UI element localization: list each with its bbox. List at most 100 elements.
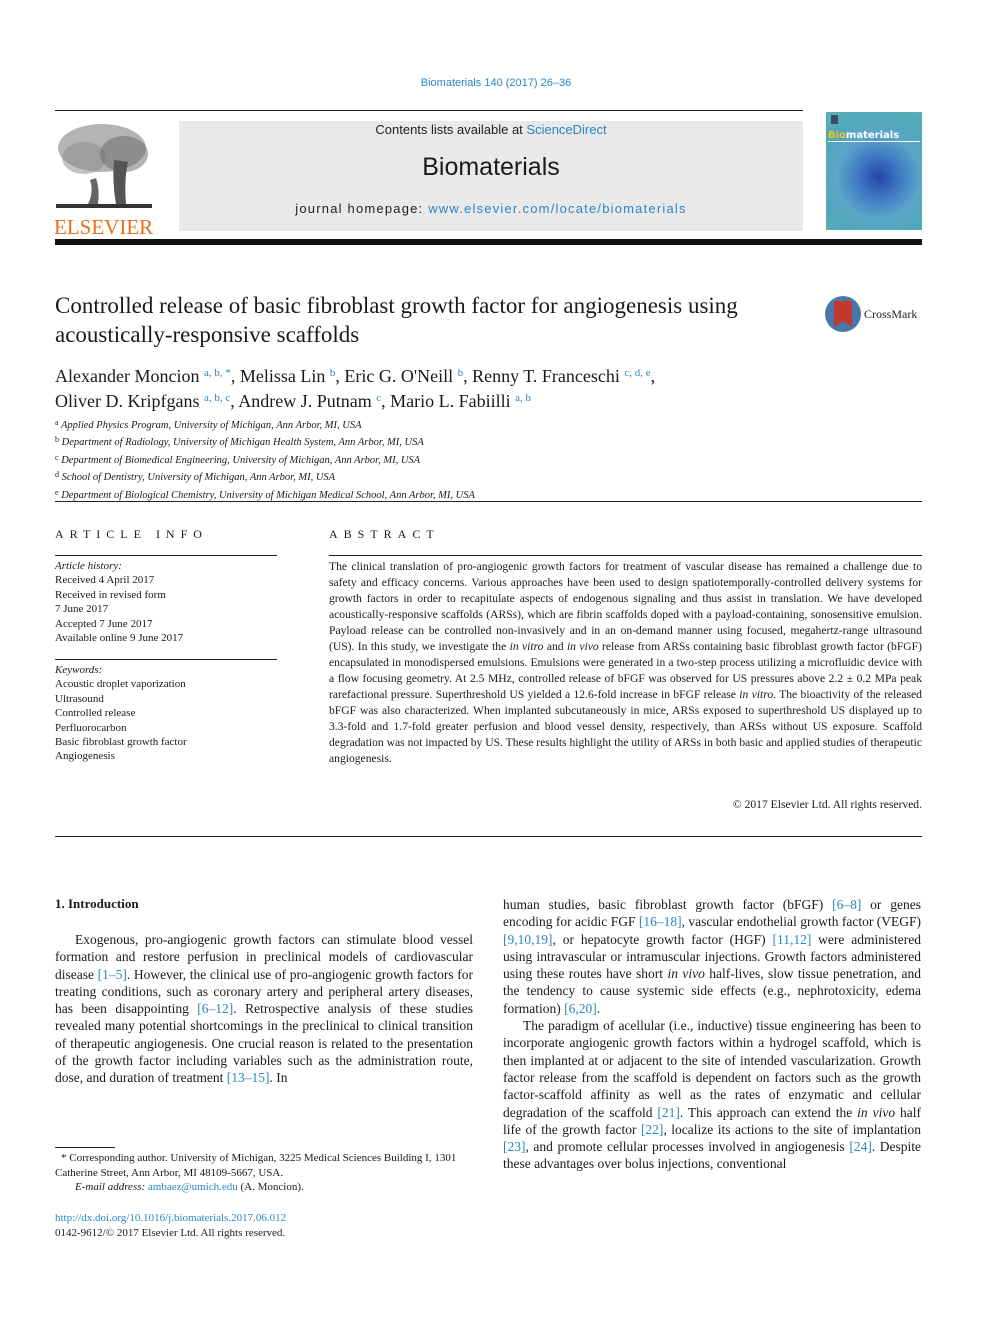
citation-link[interactable]: [21] <box>657 1105 680 1120</box>
affiliation-list: a Applied Physics Program, University of… <box>55 416 655 503</box>
body-column-left: Exogenous, pro-angiogenic growth factors… <box>55 931 473 1087</box>
author-affiliation-link[interactable]: b <box>458 367 464 379</box>
history-item: Available online 9 June 2017 <box>55 632 184 645</box>
citation-link[interactable]: [6–8] <box>832 897 861 912</box>
elsevier-tree-icon <box>54 120 154 212</box>
email-line: E-mail address: ambaez@umich.edu (A. Mon… <box>75 1181 304 1194</box>
citation-link[interactable]: [23] <box>503 1139 526 1154</box>
italic-term: in vivo <box>667 966 705 982</box>
crossmark-button[interactable]: CrossMark <box>825 296 917 332</box>
crossmark-label: CrossMark <box>864 306 918 321</box>
section-heading-introduction: 1. Introduction <box>55 896 139 911</box>
keyword: Angiogenesis <box>55 750 115 763</box>
cover-title: Biomaterials <box>828 130 920 142</box>
contents-prefix: Contents lists available at <box>375 122 527 137</box>
crossmark-icon <box>825 296 861 332</box>
text-run: , or hepatocyte growth factor (HGF) <box>552 931 773 947</box>
paragraph: The paradigm of acellular (i.e., inducti… <box>503 1017 921 1173</box>
copyright-notice: © 2017 Elsevier Ltd. All rights reserved… <box>732 798 922 811</box>
abstract-text: The clinical translation of pro-angiogen… <box>329 560 922 765</box>
author-affiliation-link[interactable]: a, b, c <box>204 392 230 404</box>
history-item: 7 June 2017 <box>55 603 109 616</box>
citation-link[interactable]: [24] <box>849 1139 872 1154</box>
elsevier-wordmark: ELSEVIER <box>54 215 154 239</box>
sciencedirect-link[interactable]: ScienceDirect <box>526 122 606 137</box>
doi-link[interactable]: http://dx.doi.org/10.1016/j.biomaterials… <box>55 1212 286 1224</box>
cover-publisher-icon <box>831 115 838 124</box>
author: Mario L. Fabiilli <box>390 391 511 411</box>
author: Eric G. O'Neill <box>344 366 454 386</box>
author: Renny T. Franceschi <box>472 366 620 386</box>
affiliation: d School of Dentistry, University of Mic… <box>55 470 336 484</box>
footnote: * Corresponding author. University of Mi… <box>55 1151 475 1195</box>
author: Melissa Lin <box>239 366 326 386</box>
issn-line: 0142-9612/© 2017 Elsevier Ltd. All right… <box>55 1226 286 1239</box>
author-affiliation-link[interactable]: b <box>330 367 336 379</box>
article-history: Article history: Received 4 April 2017 R… <box>55 559 277 645</box>
keyword: Ultrasound <box>55 692 104 705</box>
citation-link[interactable]: [22] <box>641 1122 664 1137</box>
paragraph: human studies, basic fibroblast growth f… <box>503 896 921 1017</box>
citation-link[interactable]: [11,12] <box>772 932 811 947</box>
author-affiliation-link[interactable]: c, d, e <box>624 367 650 379</box>
journal-cover-image: Biomaterials <box>826 112 922 230</box>
article-title: Controlled release of basic fibroblast g… <box>55 293 738 347</box>
author-affiliation-link[interactable]: a, b <box>515 392 531 404</box>
author: Oliver D. Kripfgans <box>55 391 200 411</box>
citation-link[interactable]: [1–5] <box>98 967 127 982</box>
divider <box>55 659 277 660</box>
author-list: Alexander Moncion a, b, *, Melissa Lin b… <box>55 366 656 411</box>
author: Andrew J. Putnam <box>238 391 372 411</box>
journal-title: Biomaterials <box>422 153 560 181</box>
text-run: . This approach can extend the <box>679 1104 858 1120</box>
citation-link[interactable]: [6,20] <box>564 1001 597 1016</box>
keyword: Controlled release <box>55 707 136 720</box>
contents-line: Contents lists available at ScienceDirec… <box>179 122 803 137</box>
citation-link[interactable]: [16–18] <box>639 914 682 929</box>
abstract-heading: ABSTRACT <box>329 527 440 541</box>
divider <box>55 555 277 556</box>
email-link[interactable]: ambaez@umich.edu <box>148 1181 238 1193</box>
text-run: , vascular endothelial growth factor (VE… <box>681 914 922 930</box>
text-run: , localize its actions to the site of im… <box>663 1121 921 1137</box>
keywords-label: Keywords: <box>55 664 103 676</box>
keyword: Acoustic droplet vaporization <box>55 678 186 691</box>
corresponding-author-note: * Corresponding author. University of Mi… <box>55 1152 457 1179</box>
text-run: , and promote cellular processes involve… <box>525 1139 850 1155</box>
journal-homepage-link[interactable]: www.elsevier.com/locate/biomaterials <box>428 201 687 216</box>
divider <box>55 836 922 837</box>
body-column-right: human studies, basic fibroblast growth f… <box>503 896 921 1173</box>
footnote-divider <box>55 1147 115 1148</box>
affiliation: a Applied Physics Program, University of… <box>55 418 362 431</box>
keyword: Basic fibroblast growth factor <box>55 736 187 749</box>
homepage-prefix: journal homepage: <box>295 201 429 216</box>
article-info-heading: ARTICLE INFO <box>55 527 208 541</box>
divider <box>55 110 803 111</box>
affiliation: c Department of Biomedical Engineering, … <box>55 452 421 466</box>
history-label: Article history: <box>55 560 122 572</box>
affiliation: b Department of Radiology, University of… <box>55 435 424 449</box>
text-run: human studies, basic fibroblast growth f… <box>503 897 833 912</box>
author: Alexander Moncion <box>55 366 200 386</box>
journal-masthead: Contents lists available at ScienceDirec… <box>179 121 803 231</box>
history-item: Received 4 April 2017 <box>55 574 155 587</box>
author-affiliation-link[interactable]: a, b, * <box>204 367 231 379</box>
journal-reference-link[interactable]: Biomaterials 140 (2017) 26–36 <box>0 77 992 89</box>
text-run: . In <box>269 1070 288 1086</box>
citation-link[interactable]: [9,10,19] <box>503 932 553 947</box>
text-run: . <box>596 1000 601 1016</box>
italic-term: in vivo <box>857 1104 896 1120</box>
citation-link[interactable]: [13–15] <box>227 1070 270 1085</box>
history-item: Received in revised form <box>55 588 166 601</box>
citation-link[interactable]: [6–12] <box>197 1001 233 1016</box>
header-divider <box>55 239 922 245</box>
elsevier-logo: ELSEVIER <box>54 120 154 239</box>
doi-block: http://dx.doi.org/10.1016/j.biomaterials… <box>55 1211 286 1240</box>
keywords: Keywords: Acoustic droplet vaporization … <box>55 663 277 764</box>
divider <box>329 555 922 556</box>
divider <box>55 501 922 502</box>
homepage-line: journal homepage: www.elsevier.com/locat… <box>179 201 803 216</box>
author-affiliation-link[interactable]: c <box>376 392 381 404</box>
history-item: Accepted 7 June 2017 <box>55 617 153 630</box>
keyword: Perfluorocarbon <box>55 721 127 734</box>
